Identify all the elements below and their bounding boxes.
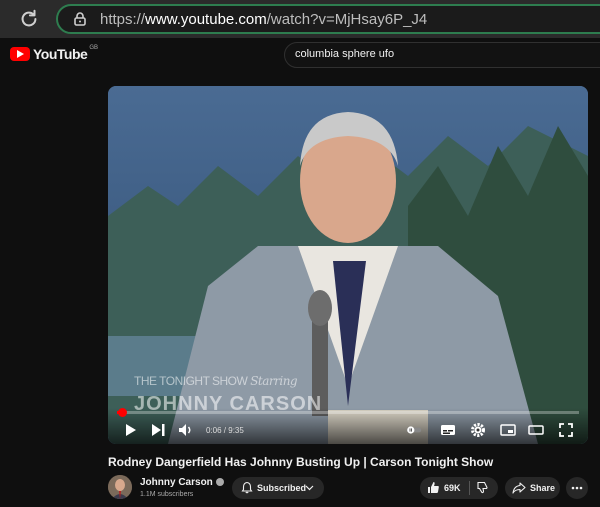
video-frame bbox=[108, 86, 588, 444]
verified-badge-icon bbox=[215, 478, 224, 487]
like-divider bbox=[469, 481, 470, 495]
subscriber-count: 1.1M subscribers bbox=[140, 491, 194, 498]
more-horizontal-icon bbox=[571, 486, 583, 490]
like-dislike-group: 69K bbox=[420, 477, 498, 499]
subscribed-label: Subscribed bbox=[257, 483, 307, 493]
reload-icon[interactable] bbox=[18, 8, 40, 30]
bell-icon bbox=[241, 481, 253, 494]
chevron-down-icon bbox=[305, 485, 314, 491]
search-input[interactable]: columbia sphere ufo bbox=[284, 42, 600, 68]
subscribed-button[interactable]: Subscribed bbox=[232, 477, 324, 499]
channel-name[interactable]: Johnny Carson bbox=[140, 477, 224, 488]
logo-text: YouTube bbox=[33, 46, 88, 62]
video-title: Rodney Dangerfield Has Johnny Busting Up… bbox=[108, 455, 494, 469]
share-button[interactable]: Share bbox=[505, 477, 560, 499]
avatar-image bbox=[108, 475, 132, 499]
play-icon[interactable] bbox=[122, 422, 138, 438]
thumbs-up-icon[interactable] bbox=[427, 481, 440, 494]
video-player[interactable]: THE TONIGHT SHOW Starring JOHNNY CARSON … bbox=[108, 86, 588, 444]
share-arrow-icon bbox=[512, 482, 526, 494]
youtube-play-logo-icon bbox=[10, 47, 30, 61]
fullscreen-icon[interactable] bbox=[558, 422, 574, 438]
channel-avatar[interactable] bbox=[108, 475, 132, 499]
country-code: GB bbox=[89, 45, 98, 51]
next-icon[interactable] bbox=[150, 422, 166, 438]
search-query: columbia sphere ufo bbox=[295, 48, 395, 60]
lock-icon[interactable] bbox=[72, 11, 88, 27]
youtube-logo[interactable]: YouTube GB bbox=[10, 45, 98, 62]
progress-bar[interactable] bbox=[117, 408, 579, 417]
volume-icon[interactable] bbox=[178, 422, 194, 438]
address-bar[interactable]: https://www.youtube.com/watch?v=MjHsay6P… bbox=[56, 4, 600, 34]
settings-gear-icon[interactable] bbox=[470, 422, 486, 438]
subtitles-icon[interactable] bbox=[440, 422, 456, 438]
url-text: https://www.youtube.com/watch?v=MjHsay6P… bbox=[100, 11, 428, 28]
like-count[interactable]: 69K bbox=[444, 483, 461, 493]
browser-toolbar: https://www.youtube.com/watch?v=MjHsay6P… bbox=[0, 0, 600, 38]
miniplayer-icon[interactable] bbox=[500, 422, 516, 438]
more-actions-button[interactable] bbox=[566, 477, 588, 499]
thumbs-down-icon[interactable] bbox=[476, 481, 489, 494]
share-label: Share bbox=[530, 483, 556, 493]
autoplay-toggle-icon[interactable] bbox=[406, 422, 422, 438]
scrubber-handle[interactable] bbox=[117, 408, 127, 417]
show-watermark: THE TONIGHT SHOW Starring bbox=[134, 374, 298, 388]
time-display: 0:06 / 9:35 bbox=[206, 426, 244, 435]
theater-mode-icon[interactable] bbox=[528, 422, 544, 438]
